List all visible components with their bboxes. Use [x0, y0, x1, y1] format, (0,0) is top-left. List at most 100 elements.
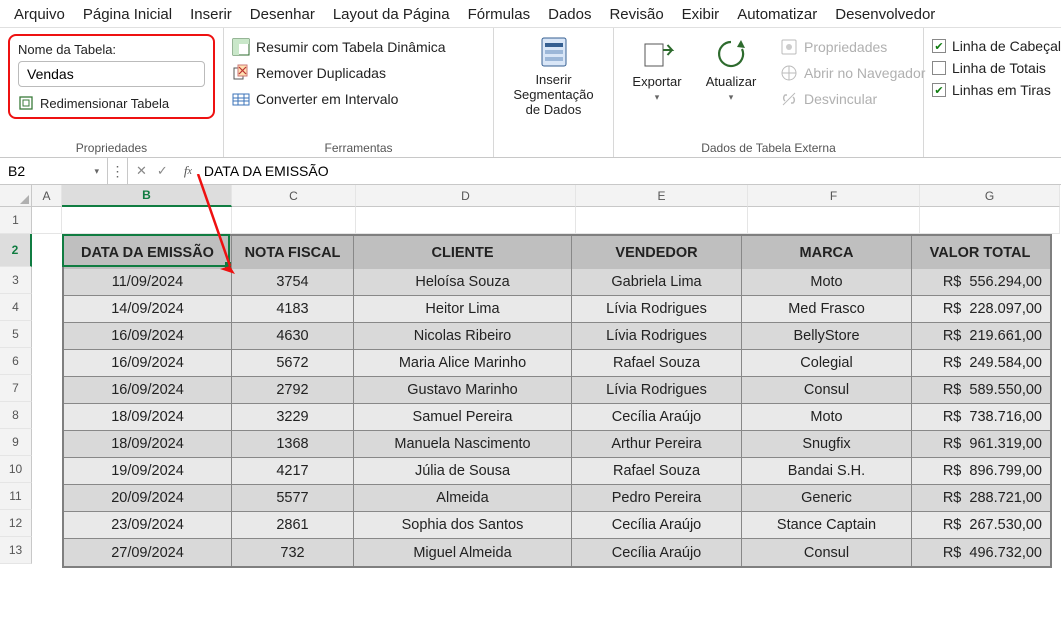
col-header-e[interactable]: E [576, 185, 748, 207]
export-button[interactable]: Exportar ▾ [622, 36, 692, 102]
select-all-corner[interactable] [0, 185, 32, 207]
header-row-box-icon: ✔ [932, 39, 946, 53]
table-row[interactable]: 14/09/20244183Heitor LimaLívia Rodrigues… [64, 296, 1050, 323]
row-header-5[interactable]: 5 [0, 321, 32, 348]
ribbon: Nome da Tabela: Redimensionar Tabela Pro… [0, 28, 1061, 158]
row-header-7[interactable]: 7 [0, 375, 32, 402]
group-label-external: Dados de Tabela Externa [622, 141, 915, 155]
th-cliente[interactable]: CLIENTE [354, 236, 572, 269]
table-row[interactable]: 11/09/20243754Heloísa SouzaGabriela Lima… [64, 269, 1050, 296]
formula-cancel-button[interactable]: ✕ [136, 163, 147, 179]
total-row-label: Linha de Totais [952, 60, 1046, 76]
tab-desenhar[interactable]: Desenhar [250, 6, 315, 23]
tab-pagina-inicial[interactable]: Página Inicial [83, 6, 172, 23]
formula-bar-input[interactable] [196, 158, 1061, 184]
open-browser-button: Abrir no Navegador [780, 64, 925, 82]
refresh-icon [713, 36, 749, 72]
table-row[interactable]: 23/09/20242861Sophia dos SantosCecília A… [64, 512, 1050, 539]
table-properties-highlight: Nome da Tabela: Redimensionar Tabela [8, 34, 215, 119]
row-header-3[interactable]: 3 [0, 267, 32, 294]
ext-properties-button: Propriedades [780, 38, 925, 56]
resize-table-button[interactable]: Redimensionar Tabela [18, 95, 205, 111]
group-label-tools: Ferramentas [232, 141, 485, 155]
th-nota-fiscal[interactable]: NOTA FISCAL [232, 236, 354, 269]
table-row[interactable]: 20/09/20245577AlmeidaPedro PereiraGeneri… [64, 485, 1050, 512]
name-box[interactable]: ▾ [0, 158, 108, 184]
group-label-props: Propriedades [8, 141, 215, 155]
total-row-checkbox[interactable]: Linha de Totais [932, 60, 1061, 76]
col-header-a[interactable]: A [32, 185, 62, 207]
table-row[interactable]: 27/09/2024732Miguel AlmeidaCecília Araúj… [64, 539, 1050, 566]
tab-inserir[interactable]: Inserir [190, 6, 232, 23]
resize-table-label: Redimensionar Tabela [40, 96, 169, 111]
summarize-pivot-button[interactable]: Resumir com Tabela Dinâmica [232, 38, 446, 56]
summarize-pivot-label: Resumir com Tabela Dinâmica [256, 39, 446, 55]
cell-grid[interactable]: DATA DA EMISSÃO NOTA FISCAL CLIENTE VEND… [32, 207, 1061, 234]
export-dropdown-icon[interactable]: ▾ [655, 92, 660, 102]
refresh-dropdown-icon[interactable]: ▾ [729, 92, 734, 102]
browser-icon [780, 64, 798, 82]
table-row[interactable]: 16/09/20245672Maria Alice MarinhoRafael … [64, 350, 1050, 377]
col-header-d[interactable]: D [356, 185, 576, 207]
col-header-c[interactable]: C [232, 185, 356, 207]
row-header-4[interactable]: 4 [0, 294, 32, 321]
slicer-icon [536, 34, 572, 70]
col-header-f[interactable]: F [748, 185, 920, 207]
export-label: Exportar [632, 75, 681, 90]
col-header-g[interactable]: G [920, 185, 1060, 207]
convert-icon [232, 90, 250, 108]
tab-exibir[interactable]: Exibir [682, 6, 720, 23]
row-header-11[interactable]: 11 [0, 483, 32, 510]
insert-slicer-button[interactable]: Inserir Segmentação de Dados [509, 34, 599, 118]
unlink-icon [780, 90, 798, 108]
tab-layout[interactable]: Layout da Página [333, 6, 450, 23]
export-icon [639, 36, 675, 72]
table-row[interactable]: 18/09/20241368Manuela NascimentoArthur P… [64, 431, 1050, 458]
row-header-10[interactable]: 10 [0, 456, 32, 483]
fx-icon: fx [176, 158, 196, 184]
table-row[interactable]: 16/09/20244630Nicolas RibeiroLívia Rodri… [64, 323, 1050, 350]
remove-dupes-label: Remover Duplicadas [256, 65, 386, 81]
row-header-13[interactable]: 13 [0, 537, 32, 564]
convert-to-range-button[interactable]: Converter em Intervalo [232, 90, 446, 108]
row-header-8[interactable]: 8 [0, 402, 32, 429]
refresh-button[interactable]: Atualizar ▾ [696, 36, 766, 102]
tab-arquivo[interactable]: Arquivo [14, 6, 65, 23]
table-row[interactable]: 18/09/20243229Samuel PereiraCecília Araú… [64, 404, 1050, 431]
row-header-2[interactable]: 2 [0, 234, 32, 267]
name-box-dropdown-icon[interactable]: ▾ [94, 166, 99, 177]
convert-to-range-label: Converter em Intervalo [256, 91, 398, 107]
open-browser-label: Abrir no Navegador [804, 65, 925, 81]
resize-icon [18, 95, 34, 111]
data-table[interactable]: DATA DA EMISSÃO NOTA FISCAL CLIENTE VEND… [62, 234, 1052, 568]
slicer-label-2: de Dados [526, 103, 582, 118]
banded-rows-label: Linhas em Tiras [952, 82, 1051, 98]
th-valor-total[interactable]: VALOR TOTAL [912, 236, 1050, 269]
pivot-icon [232, 38, 250, 56]
row-header-9[interactable]: 9 [0, 429, 32, 456]
col-header-b[interactable]: B [62, 185, 232, 207]
row-header-12[interactable]: 12 [0, 510, 32, 537]
header-row-checkbox[interactable]: ✔ Linha de Cabeçalho [932, 38, 1061, 54]
row-header-6[interactable]: 6 [0, 348, 32, 375]
th-marca[interactable]: MARCA [742, 236, 912, 269]
properties-icon [780, 38, 798, 56]
tab-automatizar[interactable]: Automatizar [737, 6, 817, 23]
table-row[interactable]: 19/09/20244217Júlia de SousaRafael Souza… [64, 458, 1050, 485]
formula-accept-button[interactable]: ✓ [157, 163, 168, 179]
tab-formulas[interactable]: Fórmulas [468, 6, 531, 23]
refresh-label: Atualizar [706, 75, 757, 90]
banded-rows-checkbox[interactable]: ✔ Linhas em Tiras [932, 82, 1061, 98]
tab-desenvolvedor[interactable]: Desenvolvedor [835, 6, 935, 23]
th-vendedor[interactable]: VENDEDOR [572, 236, 742, 269]
name-box-input[interactable] [8, 163, 68, 179]
banded-rows-box-icon: ✔ [932, 83, 946, 97]
row-header-1[interactable]: 1 [0, 207, 32, 234]
th-data-emissao[interactable]: DATA DA EMISSÃO [64, 236, 232, 269]
unlink-label: Desvincular [804, 91, 877, 107]
tab-revisao[interactable]: Revisão [609, 6, 663, 23]
table-name-input[interactable] [18, 61, 205, 87]
tab-dados[interactable]: Dados [548, 6, 591, 23]
table-row[interactable]: 16/09/20242792Gustavo MarinhoLívia Rodri… [64, 377, 1050, 404]
remove-dupes-button[interactable]: Remover Duplicadas [232, 64, 446, 82]
